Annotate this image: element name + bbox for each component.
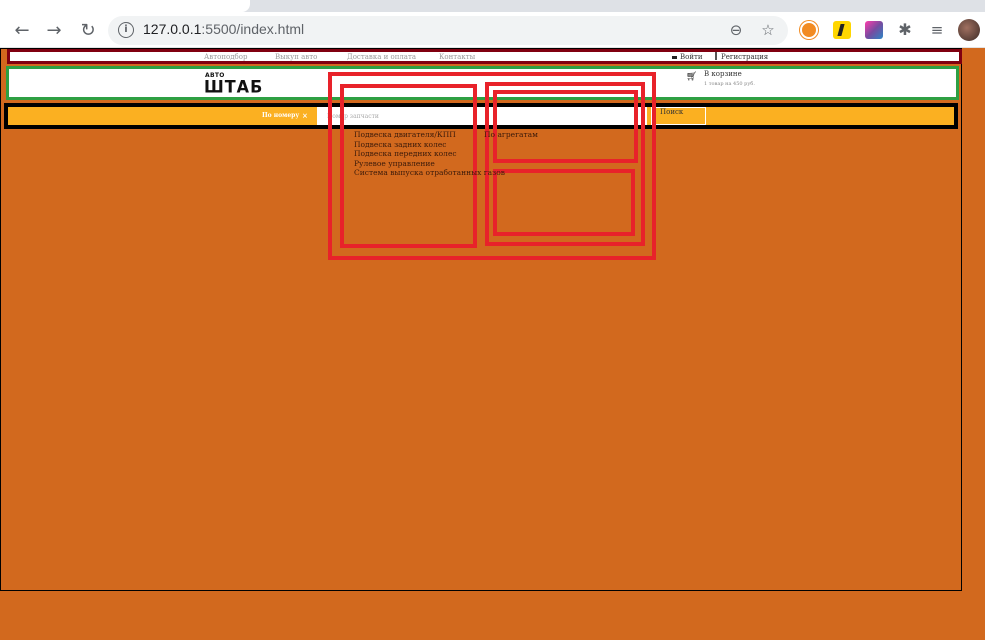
category-item[interactable]: Рулевое управление: [354, 159, 505, 169]
browser-toolbar: ← → ↻ i 127.0.0.1:5500/index.html ⊖ ☆ ✱ …: [0, 12, 985, 48]
login-link[interactable]: Войти: [680, 53, 703, 61]
reload-icon[interactable]: ↻: [76, 18, 100, 42]
bookmark-star-icon[interactable]: ☆: [758, 20, 778, 40]
auth-divider: [715, 52, 717, 60]
media-control-icon[interactable]: ≡: [928, 21, 946, 39]
search-mode-label[interactable]: По номеру: [262, 112, 299, 119]
profile-avatar[interactable]: [958, 19, 980, 41]
category-item[interactable]: Система выпуска отработанных газов: [354, 168, 505, 178]
catalog-category-list: Подвеска двигателя/КПП Подвеска задних к…: [354, 130, 505, 178]
cart-title[interactable]: В корзине: [704, 70, 742, 78]
cart-icon[interactable]: 🛒︎: [686, 72, 697, 82]
register-link[interactable]: Регистрация: [721, 53, 768, 61]
active-tab[interactable]: [0, 0, 250, 12]
address-bar[interactable]: i 127.0.0.1:5500/index.html ⊖ ☆: [108, 16, 788, 45]
top-navigation-bar: Автоподбор Выкуп авто Доставка и оплата …: [7, 49, 962, 64]
search-button[interactable]: Поиск: [651, 107, 706, 125]
zoom-icon[interactable]: ⊖: [726, 20, 746, 40]
site-logo[interactable]: ШТАБ: [204, 77, 263, 97]
url-host: 127.0.0.1: [143, 21, 202, 37]
catalog-aggregate-link[interactable]: По агрегатам: [484, 130, 538, 139]
search-mode-close-icon[interactable]: ×: [302, 111, 308, 120]
address-url[interactable]: 127.0.0.1:5500/index.html: [143, 21, 304, 37]
yellow-extension-icon[interactable]: [833, 21, 851, 39]
catalog-right-panel-bottom: [493, 169, 635, 236]
catalog-right-panel-top: [493, 90, 638, 163]
url-path: :5500/index.html: [201, 21, 305, 37]
gradient-extension-icon[interactable]: [865, 21, 883, 39]
category-item[interactable]: Подвеска задних колес: [354, 140, 505, 150]
nav-link-autopodbor[interactable]: Автоподбор: [204, 53, 247, 61]
site-info-icon[interactable]: i: [118, 22, 134, 38]
cart-summary: 1 товар на 450 руб.: [704, 81, 755, 87]
back-arrow-icon[interactable]: ←: [10, 18, 34, 42]
nav-link-vykup-avto[interactable]: Выкуп авто: [275, 53, 317, 61]
extensions-puzzle-icon[interactable]: ✱: [896, 21, 914, 39]
tab-strip: [0, 0, 985, 12]
login-icon: [672, 56, 677, 59]
nav-link-contacts[interactable]: Контакты: [439, 53, 475, 61]
category-item[interactable]: Подвеска передних колес: [354, 149, 505, 159]
orange-extension-icon[interactable]: [800, 21, 818, 39]
forward-arrow-icon[interactable]: →: [42, 18, 66, 42]
category-item[interactable]: Подвеска двигателя/КПП: [354, 130, 505, 140]
nav-link-delivery[interactable]: Доставка и оплата: [347, 53, 416, 61]
